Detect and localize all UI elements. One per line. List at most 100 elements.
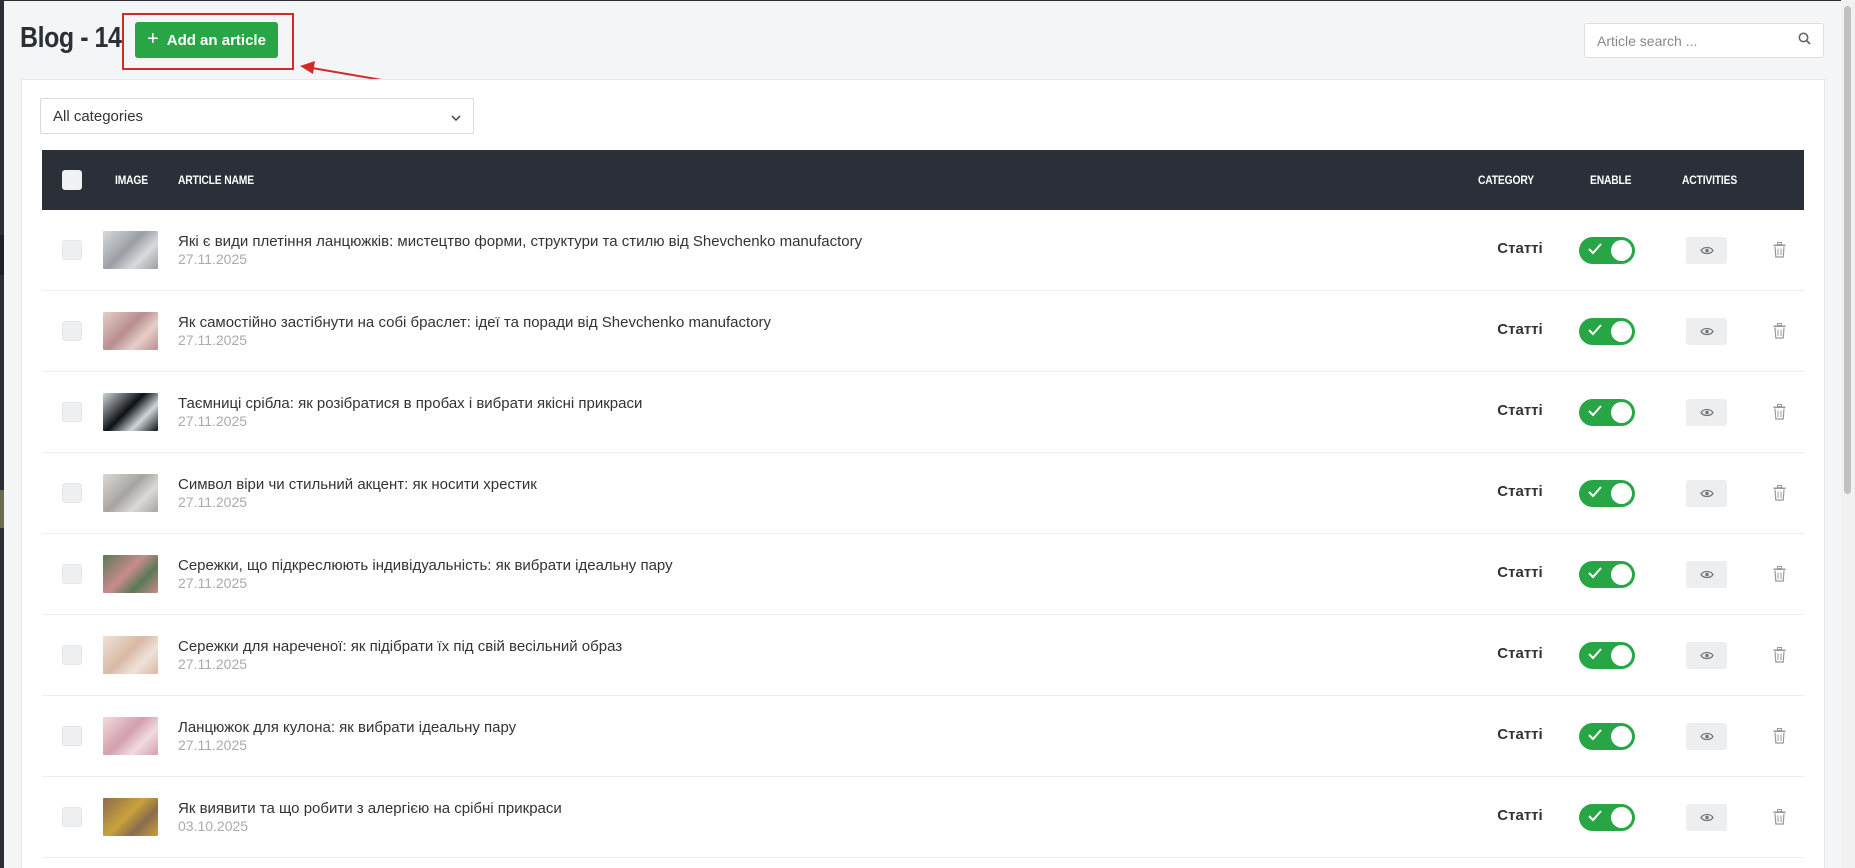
article-title[interactable]: Таємниці срібла: як розібратися в пробах… xyxy=(178,395,642,412)
category-filter-value: All categories xyxy=(53,107,144,125)
view-button[interactable] xyxy=(1686,480,1727,507)
delete-button[interactable] xyxy=(1770,240,1788,260)
article-category: Статті xyxy=(1497,402,1543,419)
article-thumbnail xyxy=(103,798,158,836)
check-icon xyxy=(1588,810,1602,822)
trash-icon xyxy=(1773,485,1785,501)
toggle-knob xyxy=(1611,483,1632,504)
article-date: 27.11.2025 xyxy=(178,494,248,510)
article-title[interactable]: Які є види плетіння ланцюжків: мистецтво… xyxy=(178,233,862,250)
row-checkbox[interactable] xyxy=(62,402,82,422)
scrollbar-thumb[interactable] xyxy=(1844,6,1851,494)
check-icon xyxy=(1588,567,1602,579)
enable-toggle[interactable] xyxy=(1579,723,1635,750)
toggle-knob xyxy=(1611,645,1632,666)
trash-icon xyxy=(1773,404,1785,420)
view-button[interactable] xyxy=(1686,561,1727,588)
delete-button[interactable] xyxy=(1770,483,1788,503)
column-header-category[interactable]: CATEGORY xyxy=(1478,150,1534,210)
article-thumbnail xyxy=(103,555,158,593)
background-window-edge xyxy=(0,0,4,868)
column-header-enable: ENABLE xyxy=(1590,173,1632,187)
check-icon xyxy=(1588,648,1602,660)
toggle-knob xyxy=(1611,564,1632,585)
enable-toggle[interactable] xyxy=(1579,318,1635,345)
row-checkbox[interactable] xyxy=(62,645,82,665)
article-title[interactable]: Символ віри чи стильний акцент: як носит… xyxy=(178,476,537,493)
delete-button[interactable] xyxy=(1770,321,1788,341)
article-thumbnail xyxy=(103,231,158,269)
view-button[interactable] xyxy=(1686,723,1727,750)
row-checkbox[interactable] xyxy=(62,240,82,260)
article-title[interactable]: Сережки для нареченої: як підібрати їх п… xyxy=(178,638,622,655)
table-row: Які є види плетіння ланцюжків: мистецтво… xyxy=(42,210,1804,291)
article-category: Статті xyxy=(1497,240,1543,257)
article-category: Статті xyxy=(1497,564,1543,581)
article-date: 27.11.2025 xyxy=(178,413,248,429)
delete-button[interactable] xyxy=(1770,402,1788,422)
chevron-down-icon xyxy=(451,108,461,125)
enable-toggle[interactable] xyxy=(1579,480,1635,507)
table-row: Ланцюжок для кулона: як вибрати ідеальну… xyxy=(42,696,1804,777)
view-button[interactable] xyxy=(1686,318,1727,345)
delete-button[interactable] xyxy=(1770,564,1788,584)
article-title[interactable]: Як виявити та що робити з алергією на ср… xyxy=(178,800,562,817)
view-button[interactable] xyxy=(1686,399,1727,426)
table-header: IMAGE ARTICLE NAME CATEGORY ENABLE ACTIV… xyxy=(42,150,1804,210)
check-icon xyxy=(1588,486,1602,498)
trash-icon xyxy=(1773,323,1785,339)
annotation-highlight-box xyxy=(122,13,294,70)
trash-icon xyxy=(1773,647,1785,663)
table-row: Як виявити та що робити з алергією на ср… xyxy=(42,777,1804,858)
article-date: 03.10.2025 xyxy=(178,818,249,834)
article-category: Статті xyxy=(1497,321,1543,338)
article-date: 27.11.2025 xyxy=(178,737,248,753)
article-search-input[interactable] xyxy=(1597,32,1798,49)
table-body: Які є види плетіння ланцюжків: мистецтво… xyxy=(42,210,1804,858)
enable-toggle[interactable] xyxy=(1579,561,1635,588)
page-scrollbar[interactable] xyxy=(1841,0,1855,868)
select-all-checkbox[interactable] xyxy=(62,170,82,190)
enable-toggle[interactable] xyxy=(1579,804,1635,831)
view-button[interactable] xyxy=(1686,804,1727,831)
article-category: Статті xyxy=(1497,483,1543,500)
row-checkbox[interactable] xyxy=(62,483,82,503)
article-thumbnail xyxy=(103,474,158,512)
delete-button[interactable] xyxy=(1770,807,1788,827)
search-icon[interactable] xyxy=(1798,32,1811,50)
eye-icon xyxy=(1699,327,1714,336)
article-search-box[interactable] xyxy=(1584,23,1824,58)
enable-toggle[interactable] xyxy=(1579,399,1635,426)
trash-icon xyxy=(1773,242,1785,258)
article-title[interactable]: Ланцюжок для кулона: як вибрати ідеальну… xyxy=(178,719,516,736)
table-row: Сережки, що підкреслюють індивідуальніст… xyxy=(42,534,1804,615)
row-checkbox[interactable] xyxy=(62,564,82,584)
eye-icon xyxy=(1699,813,1714,822)
article-title[interactable]: Як самостійно застібнути на собі браслет… xyxy=(178,314,771,331)
category-filter-select[interactable]: All categories xyxy=(40,98,474,134)
eye-icon xyxy=(1699,408,1714,417)
article-category: Статті xyxy=(1497,645,1543,662)
row-checkbox[interactable] xyxy=(62,807,82,827)
check-icon xyxy=(1588,405,1602,417)
eye-icon xyxy=(1699,651,1714,660)
enable-toggle[interactable] xyxy=(1579,237,1635,264)
enable-toggle[interactable] xyxy=(1579,642,1635,669)
article-title[interactable]: Сережки, що підкреслюють індивідуальніст… xyxy=(178,557,673,574)
trash-icon xyxy=(1773,566,1785,582)
view-button[interactable] xyxy=(1686,642,1727,669)
article-date: 27.11.2025 xyxy=(178,575,248,591)
row-checkbox[interactable] xyxy=(62,321,82,341)
article-category: Статті xyxy=(1497,807,1543,824)
view-button[interactable] xyxy=(1686,237,1727,264)
row-checkbox[interactable] xyxy=(62,726,82,746)
check-icon xyxy=(1588,324,1602,336)
delete-button[interactable] xyxy=(1770,645,1788,665)
toggle-knob xyxy=(1611,726,1632,747)
table-row: Сережки для нареченої: як підібрати їх п… xyxy=(42,615,1804,696)
article-date: 27.11.2025 xyxy=(178,332,248,348)
column-header-article-name[interactable]: ARTICLE NAME xyxy=(178,150,254,210)
article-thumbnail xyxy=(103,312,158,350)
delete-button[interactable] xyxy=(1770,726,1788,746)
check-icon xyxy=(1588,729,1602,741)
